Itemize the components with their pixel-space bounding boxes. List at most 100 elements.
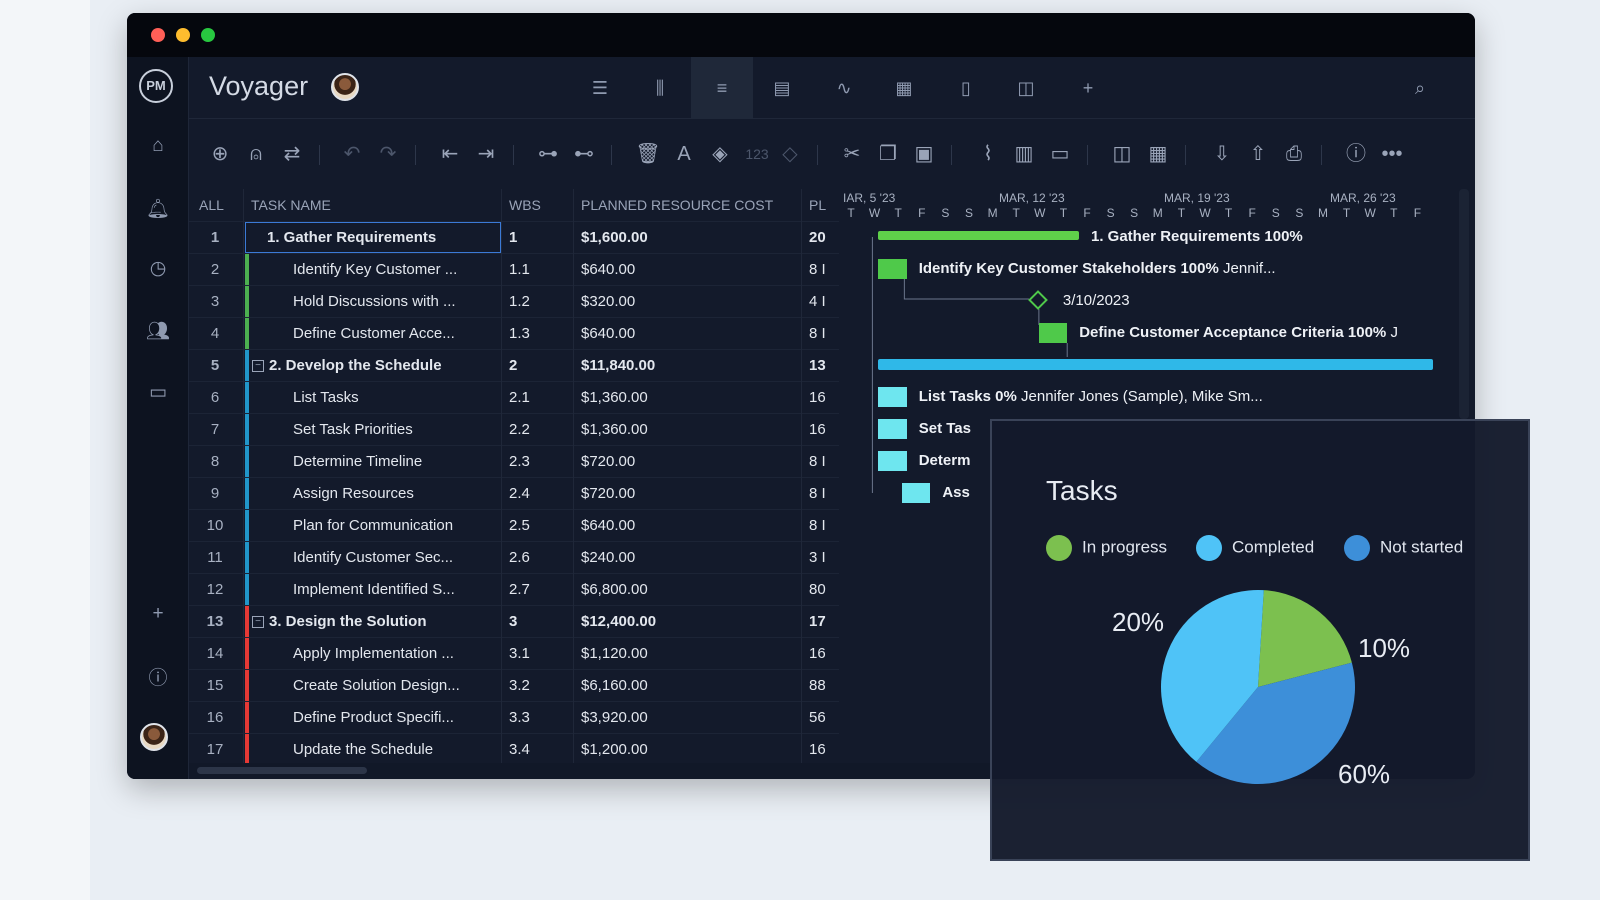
task-name[interactable]: 3. Design the Solution [269, 613, 427, 630]
export-icon[interactable]: ⇧ [1243, 139, 1273, 169]
task-name[interactable]: Implement Identified S... [293, 581, 455, 598]
home-icon[interactable]: ⌂ [127, 135, 189, 157]
pm-logo[interactable]: PM [139, 69, 173, 103]
indent-icon[interactable]: ⇥ [471, 139, 501, 169]
number-format-icon[interactable]: 123 [737, 139, 777, 169]
table-row[interactable]: 7 Set Task Priorities 2.2 $1,360.00 16 [189, 413, 839, 446]
gantt-view-icon[interactable]: ≡ [691, 57, 753, 119]
undo-icon[interactable]: ↶ [337, 139, 367, 169]
table-row[interactable]: 13 −3. Design the Solution 3 $12,400.00 17 [189, 605, 839, 638]
header-planned-cost[interactable]: PLANNED RESOURCE COST [581, 197, 773, 213]
text-color-icon[interactable]: A [669, 139, 699, 169]
outdent-icon[interactable]: ⇤ [435, 139, 465, 169]
selected-cell[interactable] [245, 222, 501, 253]
gantt-task-bar[interactable] [878, 387, 907, 407]
collapse-icon[interactable]: − [252, 360, 264, 372]
users-icon[interactable]: 👥︎ [127, 319, 189, 343]
fill-color-icon[interactable]: ◈ [705, 139, 735, 169]
clock-icon[interactable]: ◷ [127, 257, 189, 280]
paste-icon[interactable]: ▣ [909, 139, 939, 169]
link-icon[interactable]: ⊶ [533, 139, 563, 169]
table-row[interactable]: 6 List Tasks 2.1 $1,360.00 16 [189, 381, 839, 414]
task-name[interactable]: Create Solution Design... [293, 677, 460, 694]
task-name[interactable]: 2. Develop the Schedule [269, 357, 442, 374]
attachment-icon[interactable]: ⌇ [973, 139, 1003, 169]
gantt-task-bar[interactable] [878, 259, 907, 279]
gantt-task-bar[interactable] [878, 451, 907, 471]
gantt-task-bar[interactable] [878, 419, 907, 439]
task-name[interactable]: Determine Timeline [293, 453, 422, 470]
user-avatar[interactable] [140, 723, 168, 751]
close-window-button[interactable] [151, 28, 165, 42]
task-name[interactable]: Plan for Communication [293, 517, 453, 534]
split-view-icon[interactable]: ◫ [995, 57, 1057, 119]
table-row[interactable]: 5 −2. Develop the Schedule 2 $11,840.00 13 [189, 349, 839, 382]
table-row[interactable]: 4 Define Customer Acce... 1.3 $640.00 8 I [189, 317, 839, 350]
table-row[interactable]: 15 Create Solution Design... 3.2 $6,160.00 8… [189, 669, 839, 702]
gantt-summary-bar[interactable] [878, 359, 1433, 370]
unlink-icon[interactable]: ⊷ [569, 139, 599, 169]
maximize-window-button[interactable] [201, 28, 215, 42]
task-name[interactable]: Update the Schedule [293, 741, 433, 758]
table-row[interactable]: 11 Identify Customer Sec... 2.6 $240.00 3 I [189, 541, 839, 574]
search-icon[interactable]: ⌕ [1389, 57, 1451, 119]
table-row[interactable]: 8 Determine Timeline 2.3 $720.00 8 I [189, 445, 839, 478]
plus-icon[interactable]: + [127, 603, 189, 625]
task-name[interactable]: Define Product Specifi... [293, 709, 454, 726]
table-row[interactable]: 3 Hold Discussions with ... 1.2 $320.00 4 I [189, 285, 839, 318]
table-row[interactable]: 2 Identify Key Customer ... 1.1 $640.00 8 I [189, 253, 839, 286]
gantt-task-bar[interactable] [902, 483, 931, 503]
dashboard-icon[interactable]: ∿ [813, 57, 875, 119]
notes-icon[interactable]: ▥ [1009, 139, 1039, 169]
task-name[interactable]: Apply Implementation ... [293, 645, 454, 662]
gantt-scrollbar[interactable] [1459, 189, 1469, 419]
minimize-window-button[interactable] [176, 28, 190, 42]
gantt-task-bar[interactable] [1038, 323, 1068, 343]
header-pl[interactable]: PL [809, 197, 826, 213]
redo-icon[interactable]: ↷ [373, 139, 403, 169]
table-row[interactable]: 9 Assign Resources 2.4 $720.00 8 I [189, 477, 839, 510]
header-wbs[interactable]: WBS [509, 197, 541, 213]
help-icon[interactable]: ⓘ [127, 663, 189, 690]
cut-icon[interactable]: ✂ [837, 139, 867, 169]
board-view-icon[interactable]: ⫼ [629, 57, 691, 119]
gantt-summary-bar[interactable] [878, 231, 1079, 240]
comment-icon[interactable]: ▭ [1045, 139, 1075, 169]
task-name[interactable]: Hold Discussions with ... [293, 293, 456, 310]
sheet-view-icon[interactable]: ▤ [751, 57, 813, 119]
import-icon[interactable]: ⇩ [1207, 139, 1237, 169]
task-name[interactable]: Assign Resources [293, 485, 414, 502]
task-name[interactable]: Define Customer Acce... [293, 325, 455, 342]
scrollbar-thumb[interactable] [197, 767, 367, 774]
project-avatar[interactable] [331, 73, 359, 101]
task-name[interactable]: Set Task Priorities [293, 421, 413, 438]
trash-icon[interactable]: 🗑︎ [633, 139, 663, 169]
table-row[interactable]: 16 Define Product Specifi... 3.3 $3,920.00 5… [189, 701, 839, 734]
task-name[interactable]: Identify Customer Sec... [293, 549, 453, 566]
print-icon[interactable]: ⎙ [1279, 139, 1309, 169]
columns-icon[interactable]: ◫ [1107, 139, 1137, 169]
add-view-icon[interactable]: + [1057, 57, 1119, 119]
copy-icon[interactable]: ❐ [873, 139, 903, 169]
list-view-icon[interactable]: ☰ [569, 57, 631, 119]
table-row[interactable]: 17 Update the Schedule 3.4 $1,200.00 16 [189, 733, 839, 763]
header-task-name[interactable]: TASK NAME [251, 197, 331, 213]
more-icon[interactable]: ••• [1377, 139, 1407, 169]
briefcase-icon[interactable]: ▭ [127, 381, 189, 404]
add-user-icon[interactable]: ⍝ [241, 139, 271, 169]
bell-icon[interactable]: 🔔︎ [127, 197, 189, 221]
repeat-icon[interactable]: ⇄ [277, 139, 307, 169]
document-icon[interactable]: ▯ [935, 57, 997, 119]
table-row[interactable]: 10 Plan for Communication 2.5 $640.00 8 I [189, 509, 839, 542]
table-row[interactable]: 12 Implement Identified S... 2.7 $6,800.00 8… [189, 573, 839, 606]
add-task-icon[interactable]: ⊕ [205, 139, 235, 169]
calendar-icon[interactable]: ▦ [873, 57, 935, 119]
info-icon[interactable]: ⓘ [1341, 139, 1371, 169]
table-icon[interactable]: ▦ [1143, 139, 1173, 169]
diamond-icon[interactable]: ◇ [775, 139, 805, 169]
table-row[interactable]: 14 Apply Implementation ... 3.1 $1,120.00 16 [189, 637, 839, 670]
task-name[interactable]: List Tasks [293, 389, 359, 406]
task-name[interactable]: Identify Key Customer ... [293, 261, 457, 278]
collapse-icon[interactable]: − [252, 616, 264, 628]
header-all[interactable]: ALL [199, 197, 224, 213]
